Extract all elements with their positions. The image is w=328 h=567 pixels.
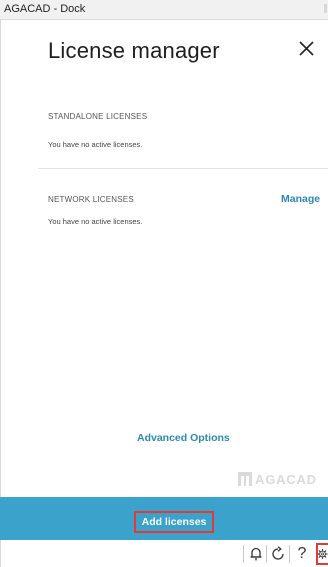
standalone-licenses-status: You have no active licenses.: [48, 140, 143, 149]
refresh-icon: [272, 546, 284, 560]
close-button[interactable]: [296, 38, 318, 60]
add-licenses-button[interactable]: Add licenses: [134, 511, 214, 533]
section-divider: [38, 168, 328, 169]
refresh-button[interactable]: [268, 544, 288, 564]
agacad-logo-icon: [238, 472, 252, 486]
manage-link[interactable]: Manage: [281, 193, 320, 205]
window-titlebar: AGACAD - Dock: [0, 0, 328, 20]
close-icon: [299, 41, 314, 56]
bell-icon: [250, 547, 262, 561]
panel-border: [0, 20, 1, 567]
toolbar-separator: [289, 545, 290, 563]
window-controls-edge: [324, 4, 327, 13]
window-title: AGACAD - Dock: [4, 3, 86, 15]
toolbar-separator: [266, 545, 267, 563]
standalone-licenses-title: STANDALONE LICENSES: [48, 112, 148, 121]
page-title: License manager: [48, 38, 220, 63]
advanced-options-link[interactable]: Advanced Options: [137, 432, 230, 444]
agacad-logo-text: AGACAD: [255, 471, 317, 487]
help-button[interactable]: ?: [292, 544, 312, 564]
agacad-logo: AGACAD: [238, 471, 317, 487]
gear-icon: [317, 549, 328, 559]
help-icon: ?: [297, 545, 307, 562]
toolbar-separator: [243, 545, 244, 563]
settings-button[interactable]: [315, 544, 328, 564]
network-licenses-status: You have no active licenses.: [48, 217, 143, 226]
network-licenses-title: NETWORK LICENSES: [48, 195, 134, 204]
notifications-button[interactable]: [246, 544, 266, 564]
